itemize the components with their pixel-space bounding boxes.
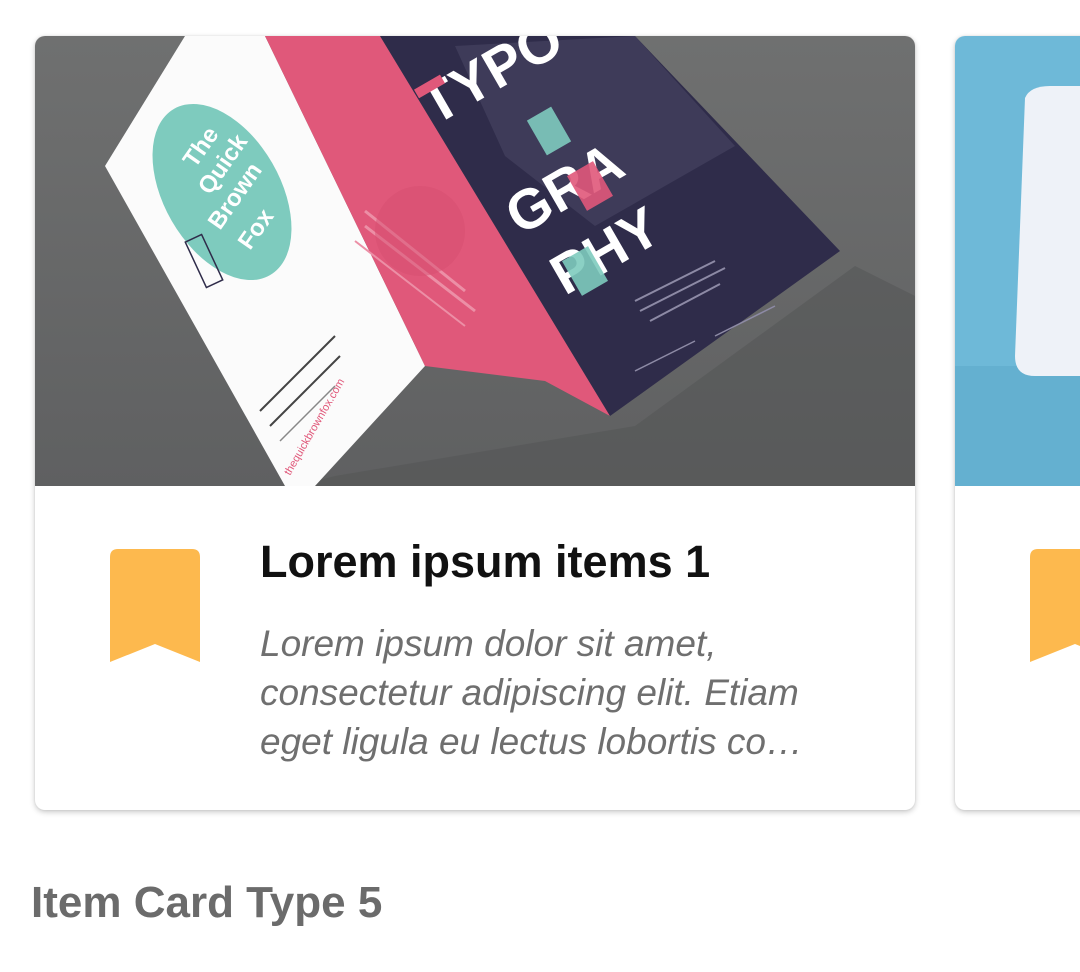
- card-image: The Quick Brown Fox thequickbrownfox.com…: [35, 36, 915, 486]
- card-image: [955, 36, 1080, 486]
- card-title: Lorem ipsum items 1: [260, 536, 711, 587]
- card-description: Lorem ipsum dolor sit amet, consectetur …: [260, 623, 803, 762]
- bookmark-icon[interactable]: [1030, 549, 1080, 662]
- card-carousel[interactable]: The Quick Brown Fox thequickbrownfox.com…: [0, 0, 1080, 830]
- section-title: Item Card Type 5: [31, 878, 383, 927]
- item-card[interactable]: [955, 36, 1080, 810]
- bookmark-icon[interactable]: [110, 549, 200, 662]
- item-card[interactable]: The Quick Brown Fox thequickbrownfox.com…: [35, 36, 915, 810]
